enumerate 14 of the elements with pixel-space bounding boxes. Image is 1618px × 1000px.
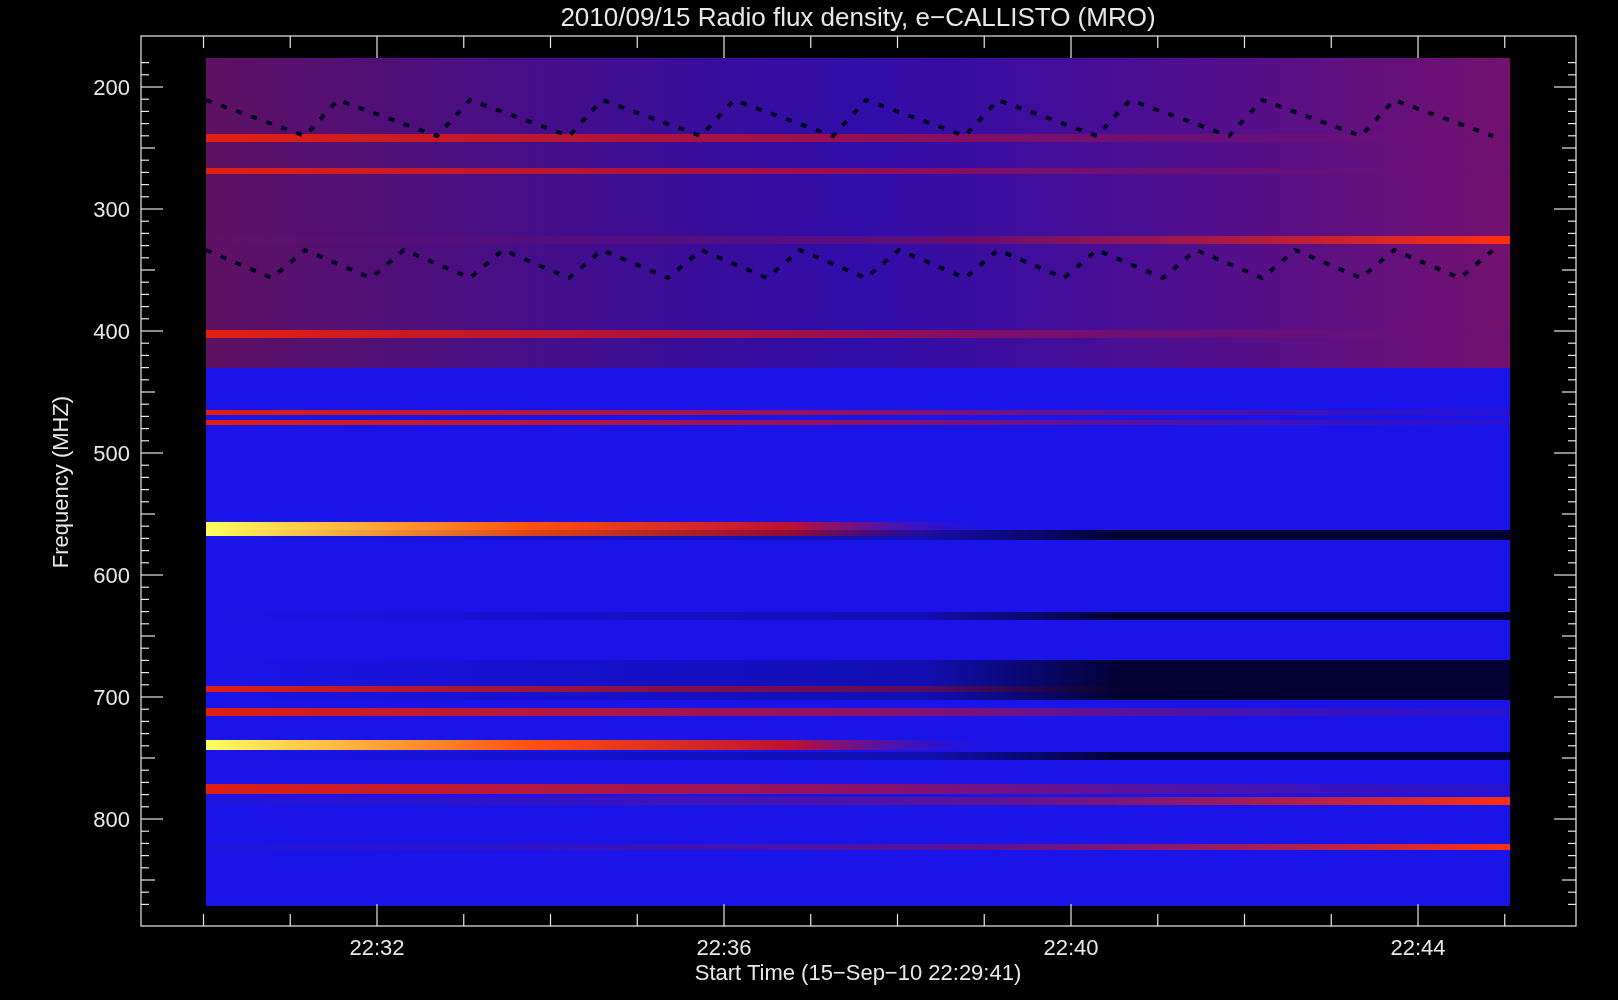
y-tick-label: 600 xyxy=(93,563,130,588)
x-tick-label: 22:36 xyxy=(696,935,752,960)
y-tick-label: 800 xyxy=(93,807,130,832)
y-tick-label: 700 xyxy=(93,685,130,710)
chart-title: 2010/09/15 Radio flux density, e−CALLISTO (MRO) xyxy=(560,2,1156,32)
y-tick-label: 200 xyxy=(93,75,130,100)
x-tick-label: 22:40 xyxy=(1043,935,1099,960)
y-tick-label: 300 xyxy=(93,197,130,222)
x-tick-label: 22:32 xyxy=(349,935,405,960)
x-axis-label: Start Time (15−Sep−10 22:29:41) xyxy=(694,960,1022,985)
y-tick-label: 400 xyxy=(93,319,130,344)
y-tick-label: 500 xyxy=(93,441,130,466)
y-axis-label: Frequency (MHZ) xyxy=(48,395,73,569)
x-tick-label: 22:44 xyxy=(1390,935,1446,960)
